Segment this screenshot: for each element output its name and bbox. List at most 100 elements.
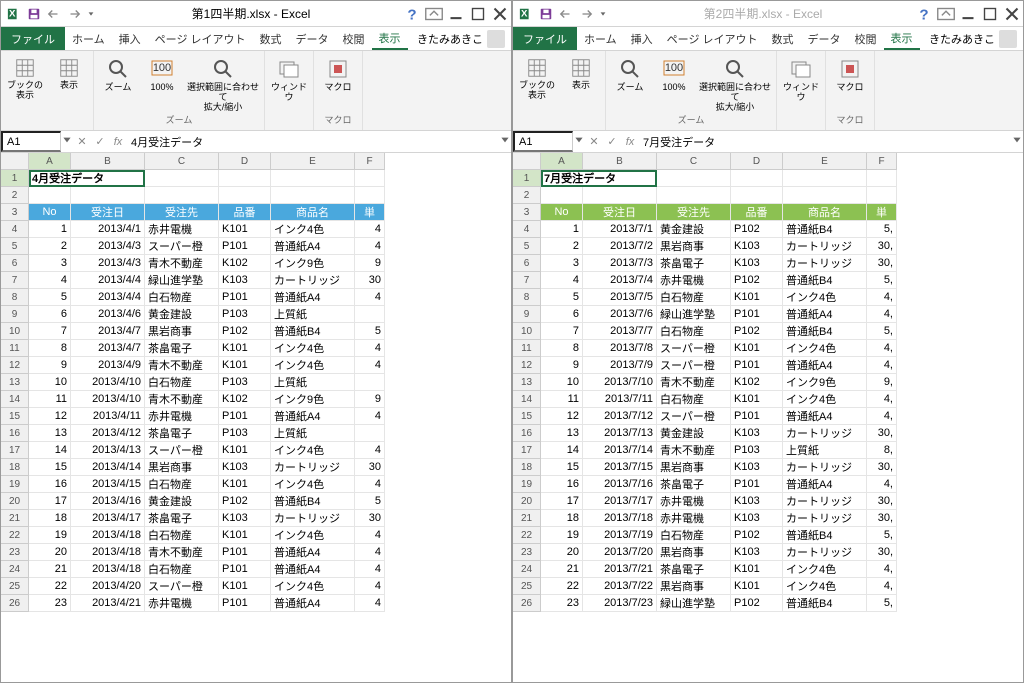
qat-dropdown-icon[interactable] xyxy=(87,7,95,21)
table-cell[interactable]: 5 xyxy=(29,289,71,306)
table-cell[interactable]: 30, xyxy=(867,510,897,527)
col-header-E[interactable]: E xyxy=(271,153,355,170)
table-cell[interactable]: K101 xyxy=(731,340,783,357)
row-header-10[interactable]: 10 xyxy=(513,323,541,340)
formula-input[interactable]: 7月受注データ xyxy=(639,134,1011,150)
table-cell[interactable]: K102 xyxy=(731,374,783,391)
table-cell[interactable]: 2013/4/15 xyxy=(71,476,145,493)
table-cell[interactable]: P102 xyxy=(731,323,783,340)
table-cell[interactable]: 10 xyxy=(29,374,71,391)
table-cell[interactable]: P103 xyxy=(219,306,271,323)
table-cell[interactable]: 22 xyxy=(29,578,71,595)
row-header-12[interactable]: 12 xyxy=(513,357,541,374)
row-header-3[interactable]: 3 xyxy=(1,204,29,221)
table-cell[interactable]: 赤井電機 xyxy=(145,408,219,425)
table-cell[interactable]: 2013/4/16 xyxy=(71,493,145,510)
row-header-6[interactable]: 6 xyxy=(513,255,541,272)
redo-icon[interactable] xyxy=(579,7,593,21)
table-cell[interactable]: K103 xyxy=(219,510,271,527)
table-cell[interactable]: K103 xyxy=(731,425,783,442)
row-header-20[interactable]: 20 xyxy=(513,493,541,510)
table-cell[interactable]: 3 xyxy=(541,255,583,272)
enter-formula-icon[interactable]: ✓ xyxy=(603,135,621,148)
table-cell[interactable]: インク4色 xyxy=(783,340,867,357)
table-cell[interactable]: 普通紙B4 xyxy=(783,221,867,238)
table-cell[interactable]: 4 xyxy=(355,595,385,612)
minimize-icon[interactable] xyxy=(445,3,467,25)
table-cell[interactable]: 9 xyxy=(355,391,385,408)
row-header-14[interactable]: 14 xyxy=(513,391,541,408)
table-cell[interactable]: P102 xyxy=(219,493,271,510)
row-header-26[interactable]: 26 xyxy=(513,595,541,612)
table-cell[interactable]: 4 xyxy=(355,527,385,544)
table-cell[interactable]: 4, xyxy=(867,408,897,425)
table-cell[interactable]: カートリッジ xyxy=(783,510,867,527)
table-cell[interactable]: 黒岩商事 xyxy=(657,578,731,595)
table-cell[interactable]: スーパー橙 xyxy=(145,578,219,595)
table-cell[interactable] xyxy=(355,306,385,323)
table-cell[interactable]: 2013/4/4 xyxy=(71,272,145,289)
menu-1[interactable]: 挿入 xyxy=(112,27,148,50)
row-header-18[interactable]: 18 xyxy=(1,459,29,476)
col-header-B[interactable]: B xyxy=(71,153,145,170)
table-cell[interactable]: 13 xyxy=(541,425,583,442)
table-cell[interactable]: インク4色 xyxy=(271,357,355,374)
cell-A1[interactable]: 7月受注データ xyxy=(541,170,657,187)
row-header-23[interactable]: 23 xyxy=(513,544,541,561)
table-cell[interactable]: 2013/4/14 xyxy=(71,459,145,476)
table-cell[interactable]: 22 xyxy=(541,578,583,595)
table-cell[interactable]: 白石物産 xyxy=(145,289,219,306)
close-icon[interactable] xyxy=(1001,3,1023,25)
table-cell[interactable]: 2013/4/3 xyxy=(71,255,145,272)
table-cell[interactable]: 23 xyxy=(29,595,71,612)
table-cell[interactable]: 青木不動産 xyxy=(145,357,219,374)
fx-icon[interactable]: fx xyxy=(109,136,127,148)
table-cell[interactable]: スーパー橙 xyxy=(657,357,731,374)
table-cell[interactable]: 黄金建設 xyxy=(145,493,219,510)
table-cell[interactable]: 2013/7/14 xyxy=(583,442,657,459)
table-cell[interactable]: 普通紙A4 xyxy=(783,357,867,374)
table-cell[interactable]: 4 xyxy=(355,408,385,425)
table-cell[interactable]: カートリッジ xyxy=(783,255,867,272)
table-cell[interactable]: 普通紙A4 xyxy=(271,289,355,306)
table-cell[interactable]: 2 xyxy=(29,238,71,255)
table-cell[interactable]: 上質紙 xyxy=(271,306,355,323)
table-cell[interactable]: K101 xyxy=(731,391,783,408)
row-header-19[interactable]: 19 xyxy=(1,476,29,493)
cell[interactable] xyxy=(219,170,271,187)
table-cell[interactable]: 11 xyxy=(29,391,71,408)
table-cell[interactable]: スーパー橙 xyxy=(657,340,731,357)
qat-dropdown-icon[interactable] xyxy=(599,7,607,21)
table-cell[interactable]: 2013/7/13 xyxy=(583,425,657,442)
show-button[interactable]: 表示 xyxy=(561,53,601,91)
row-header-17[interactable]: 17 xyxy=(513,442,541,459)
table-cell[interactable]: K101 xyxy=(219,357,271,374)
table-cell[interactable]: 白石物産 xyxy=(657,289,731,306)
table-cell[interactable]: 白石物産 xyxy=(145,476,219,493)
row-header-19[interactable]: 19 xyxy=(513,476,541,493)
ribbon-options-icon[interactable] xyxy=(423,3,445,25)
zoom-100-button[interactable]: 100100% xyxy=(654,53,694,93)
formula-expand-icon[interactable] xyxy=(499,134,511,149)
table-cell[interactable]: 3 xyxy=(29,255,71,272)
row-header-5[interactable]: 5 xyxy=(1,238,29,255)
table-cell[interactable]: 黒岩商事 xyxy=(657,238,731,255)
workbook-views-button[interactable]: ブックの表示 xyxy=(517,53,557,101)
table-cell[interactable]: 2013/7/16 xyxy=(583,476,657,493)
table-cell[interactable]: 2 xyxy=(541,238,583,255)
table-cell[interactable]: P102 xyxy=(731,595,783,612)
table-cell[interactable]: 30, xyxy=(867,459,897,476)
table-cell[interactable]: 緑山進学塾 xyxy=(657,306,731,323)
table-cell[interactable]: K102 xyxy=(219,255,271,272)
enter-formula-icon[interactable]: ✓ xyxy=(91,135,109,148)
row-header-22[interactable]: 22 xyxy=(513,527,541,544)
table-cell[interactable]: 16 xyxy=(541,476,583,493)
cell[interactable] xyxy=(271,170,355,187)
table-cell[interactable]: 4 xyxy=(355,238,385,255)
row-header-7[interactable]: 7 xyxy=(1,272,29,289)
table-cell[interactable]: 緑山進学塾 xyxy=(145,272,219,289)
cell[interactable] xyxy=(657,170,731,187)
table-cell[interactable]: 緑山進学塾 xyxy=(657,595,731,612)
table-cell[interactable]: 赤井電機 xyxy=(657,510,731,527)
table-cell[interactable]: 2013/7/11 xyxy=(583,391,657,408)
